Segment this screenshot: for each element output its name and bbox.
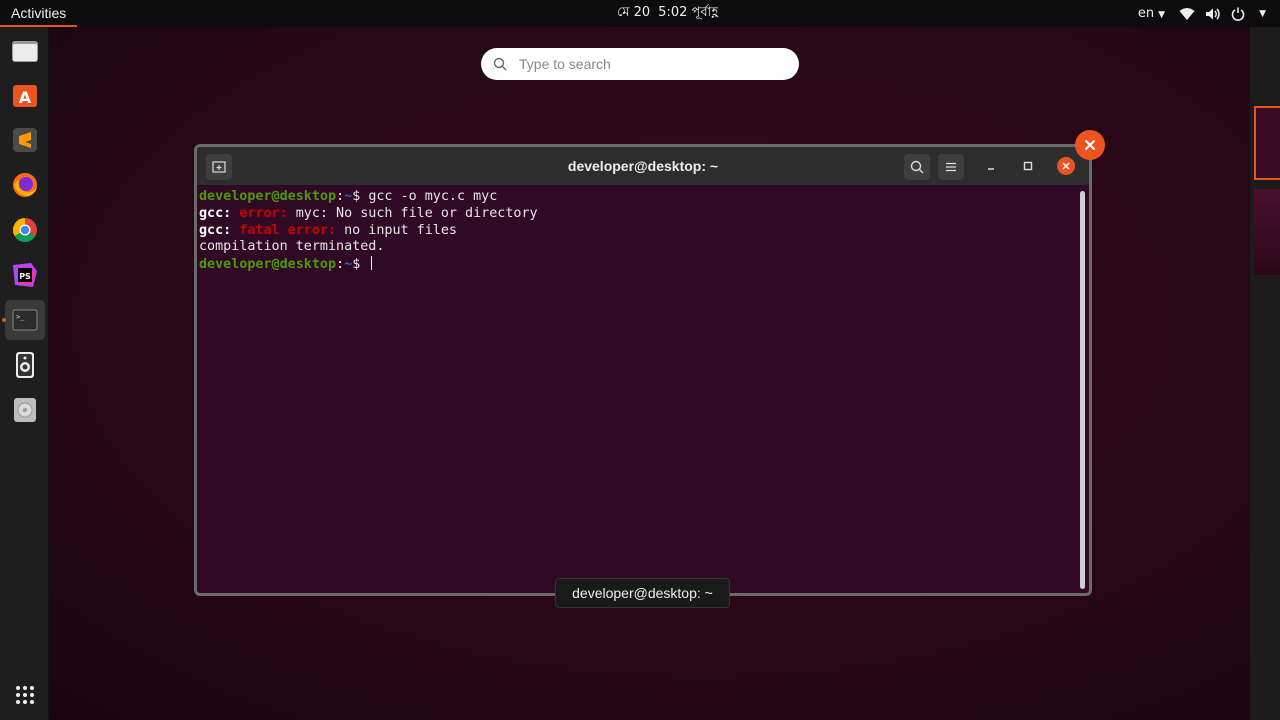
dock-item-sublime[interactable] bbox=[5, 120, 45, 160]
terminal-line: developer@desktop:~$ bbox=[199, 256, 1077, 274]
running-indicator bbox=[2, 318, 6, 322]
clock-time: 5:02 পূর্বাহ্ণ bbox=[658, 5, 719, 20]
chrome-icon bbox=[12, 218, 37, 243]
show-applications-button[interactable] bbox=[5, 675, 45, 715]
firefox-icon bbox=[13, 173, 37, 197]
scrollbar[interactable] bbox=[1080, 191, 1085, 589]
terminal-window-preview[interactable]: developer@desktop: ~ developer@desktop:~… bbox=[194, 144, 1092, 596]
dock-item-chrome[interactable] bbox=[5, 210, 45, 250]
dock-item-phpstorm[interactable]: PS bbox=[5, 255, 45, 295]
close-button[interactable] bbox=[1057, 157, 1075, 175]
system-tray: en ▼ ▼ bbox=[1138, 0, 1266, 27]
phpstorm-icon: PS bbox=[13, 263, 37, 287]
clock[interactable]: মে 20 5:02 পূর্বাহ্ণ bbox=[617, 0, 718, 27]
new-tab-button[interactable] bbox=[206, 154, 232, 180]
minimize-icon bbox=[988, 168, 994, 170]
terminal-line: gcc: error: myc: No such file or directo… bbox=[199, 205, 538, 221]
disc-icon bbox=[14, 398, 36, 422]
window-title: developer@desktop: ~ bbox=[567, 158, 719, 174]
sublime-text-icon bbox=[13, 128, 37, 152]
title-bar[interactable]: developer@desktop: ~ bbox=[197, 147, 1089, 185]
window-caption: developer@desktop: ~ bbox=[555, 578, 730, 608]
top-bar: Activities মে 20 5:02 পূর্বাহ্ণ en ▼ ▼ bbox=[0, 0, 1280, 27]
close-icon bbox=[1084, 139, 1096, 151]
close-icon bbox=[1062, 162, 1070, 170]
workspace-next[interactable] bbox=[1254, 189, 1280, 275]
power-icon bbox=[1231, 7, 1245, 21]
volume-icon bbox=[1206, 8, 1220, 19]
new-tab-icon bbox=[212, 161, 226, 173]
dock-item-terminal[interactable]: >_ bbox=[5, 300, 45, 340]
close-window-overlay-button[interactable] bbox=[1075, 130, 1105, 160]
folder-icon bbox=[12, 41, 38, 62]
dock-item-firefox[interactable] bbox=[5, 165, 45, 205]
svg-text:A: A bbox=[19, 88, 32, 107]
chevron-down-icon: ▼ bbox=[1259, 8, 1266, 19]
workspace-current[interactable] bbox=[1254, 106, 1280, 180]
system-menu[interactable]: ▼ bbox=[1179, 7, 1266, 21]
text-cursor bbox=[371, 256, 373, 271]
svg-text:PS: PS bbox=[19, 272, 31, 281]
language-indicator[interactable]: en ▼ bbox=[1138, 6, 1165, 21]
minimize-button[interactable] bbox=[982, 157, 1000, 175]
terminal-line: developer@desktop:~$ gcc -o myc.c myc bbox=[199, 189, 498, 204]
dock-item-files[interactable] bbox=[5, 31, 45, 71]
workspace-switcher bbox=[1250, 27, 1280, 720]
software-store-icon: A bbox=[13, 85, 37, 107]
speaker-icon bbox=[16, 352, 34, 378]
svg-text:>_: >_ bbox=[16, 313, 25, 321]
terminal-icon: >_ bbox=[12, 309, 38, 331]
terminal-line: gcc: fatal error: no input files bbox=[199, 222, 457, 238]
maximize-icon bbox=[1023, 161, 1033, 171]
search-box[interactable] bbox=[481, 48, 799, 80]
search-icon bbox=[910, 160, 924, 174]
dock-item-speaker[interactable] bbox=[5, 345, 45, 385]
search-input[interactable] bbox=[519, 56, 769, 72]
dock-item-software[interactable]: A bbox=[5, 75, 45, 115]
hamburger-icon bbox=[946, 162, 956, 172]
terminal-line: compilation terminated. bbox=[199, 239, 385, 255]
clock-date: মে 20 bbox=[617, 5, 651, 20]
maximize-button[interactable] bbox=[1019, 157, 1037, 175]
search-button[interactable] bbox=[904, 154, 930, 180]
wifi-icon bbox=[1179, 7, 1195, 20]
search-icon bbox=[493, 57, 507, 71]
menu-button[interactable] bbox=[938, 154, 964, 180]
app-grid-icon bbox=[16, 686, 34, 704]
dock-item-disc[interactable] bbox=[5, 390, 45, 430]
terminal-output[interactable]: developer@desktop:~$ gcc -o myc.c myc gcc… bbox=[199, 189, 1077, 593]
activities-button[interactable]: Activities bbox=[0, 0, 78, 27]
dock: A PS >_ bbox=[0, 27, 49, 720]
